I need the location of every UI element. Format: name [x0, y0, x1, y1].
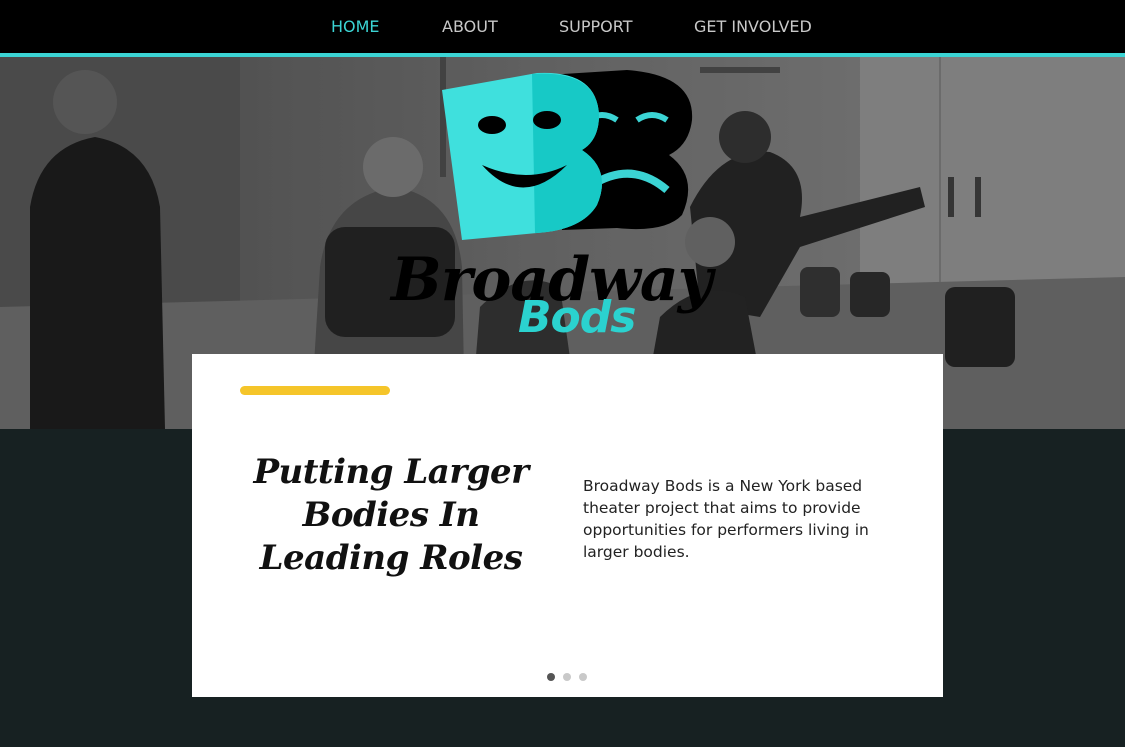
- logo-wordmark-bods: Bods: [518, 292, 636, 343]
- slide-headline-line: Leading Roles: [259, 538, 523, 578]
- slide-description: Broadway Bods is a New York based theate…: [583, 477, 869, 561]
- theater-masks-bb-logo: [442, 70, 693, 240]
- nav-about-link[interactable]: ABOUT: [442, 17, 498, 36]
- slide-headline-line: Putting Larger: [253, 452, 529, 492]
- accent-bar: [240, 386, 390, 395]
- slide-headline: Putting Larger Bodies In Leading Roles: [236, 451, 546, 580]
- slide-headline-line: Bodies In: [302, 495, 480, 535]
- slider-dot-1[interactable]: [547, 673, 555, 681]
- nav-home-link[interactable]: HOME: [331, 17, 380, 36]
- nav-support-link[interactable]: SUPPORT: [559, 17, 632, 36]
- top-navigation: HOME ABOUT SUPPORT GET INVOLVED: [0, 0, 1125, 57]
- nav-get-involved-link[interactable]: GET INVOLVED: [694, 17, 812, 36]
- slider-card: Putting Larger Bodies In Leading Roles B…: [192, 354, 943, 697]
- slider-dot-2[interactable]: [563, 673, 571, 681]
- slider-pagination: [547, 668, 595, 686]
- slider-dot-3[interactable]: [579, 673, 587, 681]
